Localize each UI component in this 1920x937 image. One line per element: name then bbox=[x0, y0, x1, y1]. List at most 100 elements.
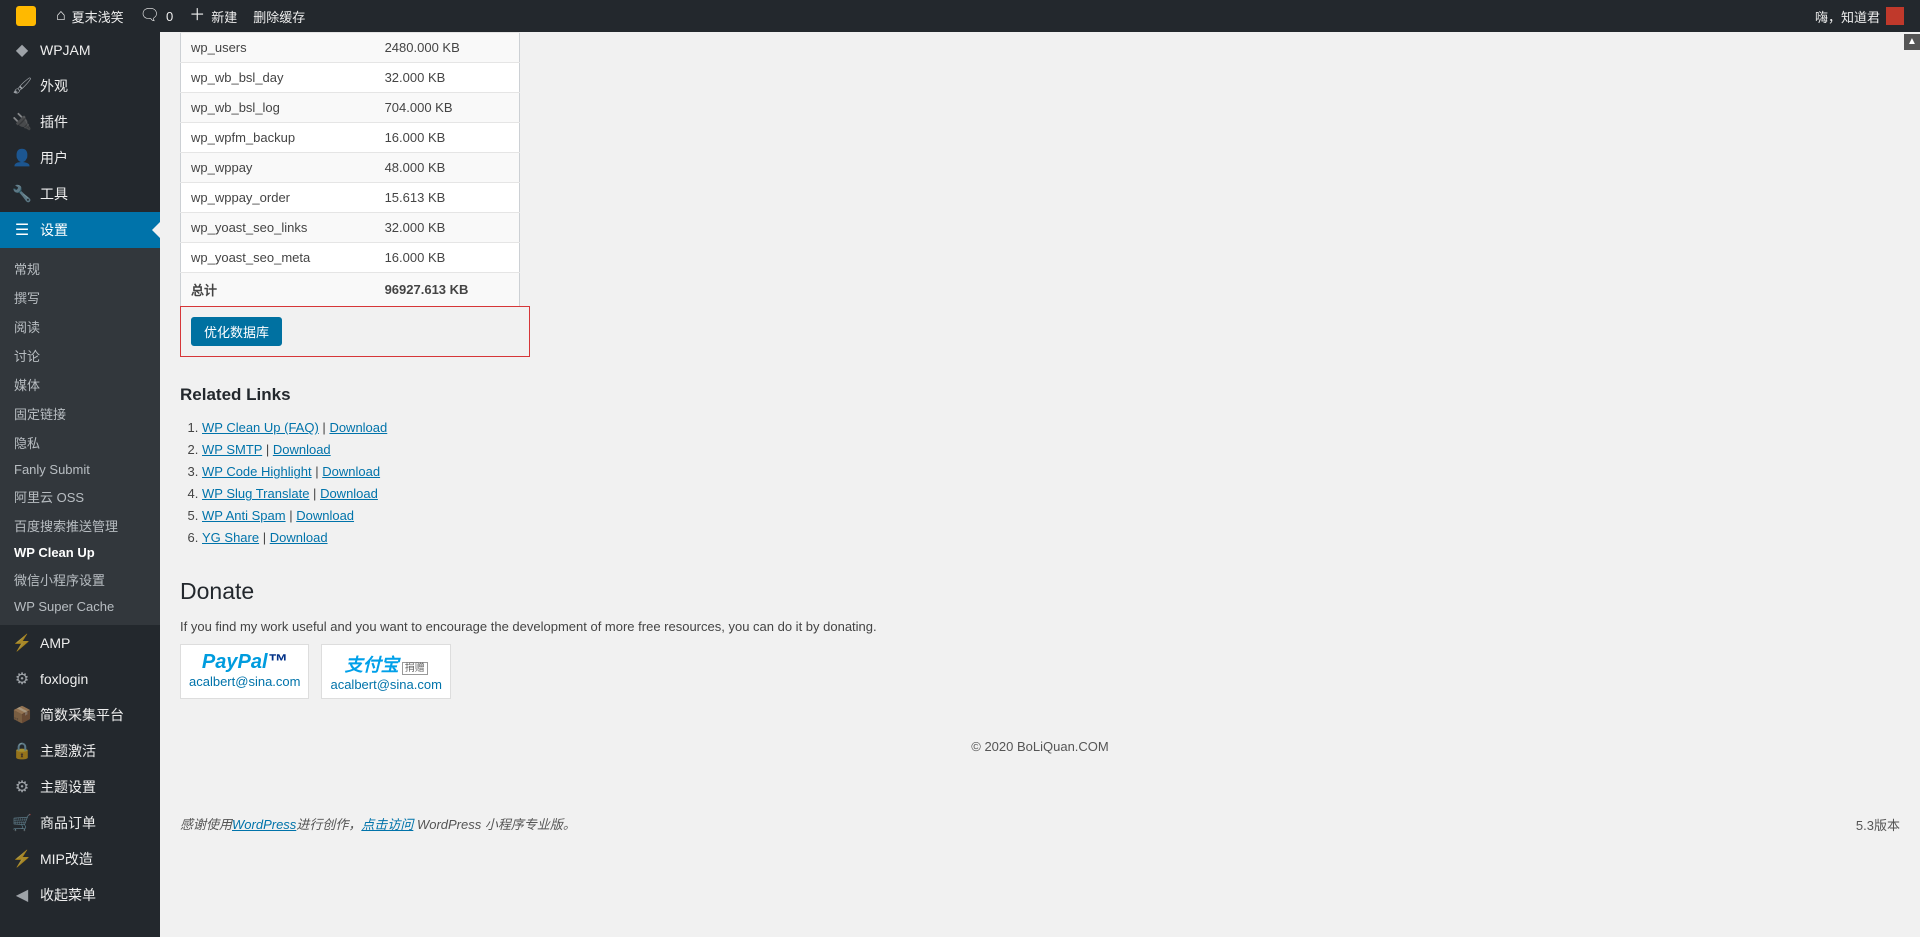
admin-toolbar: ⌂夏末浅笑 🗨0 ＋ 新建 删除缓存 嗨，知道君 bbox=[0, 0, 1920, 32]
menu-label: AMP bbox=[40, 635, 70, 651]
related-item: WP SMTP | Download bbox=[202, 439, 1900, 461]
download-link[interactable]: Download bbox=[270, 530, 328, 545]
menu-label: 主题激活 bbox=[40, 741, 96, 761]
lock-icon: 🔒 bbox=[12, 741, 32, 761]
scroll-top-button[interactable]: ▲ bbox=[1904, 34, 1920, 50]
plug-icon: 🔌 bbox=[12, 112, 32, 132]
table-name-cell: wp_yoast_seo_meta bbox=[181, 243, 375, 273]
menu-工具[interactable]: 🔧工具 bbox=[0, 176, 160, 212]
table-name-cell: wp_users bbox=[181, 33, 375, 63]
submenu-WP Clean Up[interactable]: WP Clean Up bbox=[0, 540, 160, 565]
user-icon: 👤 bbox=[12, 148, 32, 168]
sliders-icon: ☰ bbox=[12, 220, 32, 240]
gear-icon: ⚙ bbox=[12, 669, 32, 689]
bolt-icon: ⚡ bbox=[12, 633, 32, 653]
bolt-icon: ⚡ bbox=[12, 849, 32, 869]
menu-主题激活[interactable]: 🔒 主题激活 bbox=[0, 733, 160, 769]
visit-link[interactable]: 点击访问 bbox=[361, 817, 413, 832]
table-row: wp_wppay48.000 KB bbox=[181, 153, 520, 183]
menu-外观[interactable]: 🖌外观 bbox=[0, 68, 160, 104]
table-name-cell: wp_wppay bbox=[181, 153, 375, 183]
footer-thanks: 感谢使用WordPress进行创作，点击访问 WordPress 小程序专业版。 bbox=[180, 814, 1900, 833]
menu-主题设置[interactable]: ⚙ 主题设置 bbox=[0, 769, 160, 805]
submenu-WP Super Cache[interactable]: WP Super Cache bbox=[0, 594, 160, 619]
wordpress-link[interactable]: WordPress bbox=[232, 817, 296, 832]
submenu-常规[interactable]: 常规 bbox=[0, 254, 160, 283]
new-content-menu[interactable]: ＋ 新建 bbox=[181, 0, 245, 32]
download-link[interactable]: Download bbox=[273, 442, 331, 457]
menu-foxlogin[interactable]: ⚙foxlogin bbox=[0, 661, 160, 697]
menu-label: 商品订单 bbox=[40, 813, 96, 833]
table-row: wp_yoast_seo_links32.000 KB bbox=[181, 213, 520, 243]
menu-MIP改造[interactable]: ⚡ MIP改造 bbox=[0, 841, 160, 877]
gear-icon: ⚙ bbox=[12, 777, 32, 797]
collapse-icon: ◀ bbox=[12, 885, 32, 905]
optimize-highlight: 优化数据库 bbox=[180, 306, 530, 357]
clear-cache-menu[interactable]: 删除缓存 bbox=[245, 0, 313, 32]
menu-简数采集平台[interactable]: 📦简数采集平台 bbox=[0, 697, 160, 733]
submenu-Fanly Submit[interactable]: Fanly Submit bbox=[0, 457, 160, 482]
paypal-email: acalbert@sina.com bbox=[189, 674, 300, 689]
total-size: 96927.613 KB bbox=[375, 273, 520, 307]
menu-label: 工具 bbox=[40, 184, 68, 204]
submenu-讨论[interactable]: 讨论 bbox=[0, 341, 160, 370]
plugin-link[interactable]: WP Clean Up (FAQ) bbox=[202, 420, 319, 435]
menu-label: 主题设置 bbox=[40, 777, 96, 797]
donate-alipay[interactable]: 支付宝捐赠 acalbert@sina.com bbox=[321, 644, 450, 699]
menu-label: 外观 bbox=[40, 76, 68, 96]
donate-paypal[interactable]: PayPal™ acalbert@sina.com bbox=[180, 644, 309, 699]
table-row: wp_wb_bsl_day32.000 KB bbox=[181, 63, 520, 93]
submenu-阅读[interactable]: 阅读 bbox=[0, 312, 160, 341]
new-label: 新建 bbox=[211, 7, 237, 26]
download-link[interactable]: Download bbox=[329, 420, 387, 435]
table-size-cell: 16.000 KB bbox=[375, 123, 520, 153]
related-item: WP Clean Up (FAQ) | Download bbox=[202, 417, 1900, 439]
comments-menu[interactable]: 🗨0 bbox=[132, 0, 182, 32]
plus-icon: ＋ bbox=[189, 8, 205, 24]
menu-label: 设置 bbox=[40, 220, 68, 240]
download-link[interactable]: Download bbox=[322, 464, 380, 479]
wp-logo-menu[interactable] bbox=[8, 0, 48, 32]
version-text: 5.3版本 bbox=[1856, 815, 1900, 834]
site-name-menu[interactable]: ⌂夏末浅笑 bbox=[48, 0, 132, 32]
cart-icon: 🛒 bbox=[12, 813, 32, 833]
my-account-menu[interactable]: 嗨，知道君 bbox=[1807, 0, 1912, 32]
menu-label: WPJAM bbox=[40, 42, 91, 58]
submenu-撰写[interactable]: 撰写 bbox=[0, 283, 160, 312]
table-name-cell: wp_yoast_seo_links bbox=[181, 213, 375, 243]
menu-用户[interactable]: 👤 用户 bbox=[0, 140, 160, 176]
menu-商品订单[interactable]: 🛒 商品订单 bbox=[0, 805, 160, 841]
table-name-cell: wp_wppay_order bbox=[181, 183, 375, 213]
plugin-link[interactable]: YG Share bbox=[202, 530, 259, 545]
menu-label: MIP改造 bbox=[40, 849, 93, 869]
related-item: YG Share | Download bbox=[202, 527, 1900, 549]
menu-label: 插件 bbox=[40, 112, 68, 132]
plugin-link[interactable]: WP SMTP bbox=[202, 442, 262, 457]
menu-WPJAM[interactable]: ◆ WPJAM bbox=[0, 32, 160, 68]
submenu-固定链接[interactable]: 固定链接 bbox=[0, 399, 160, 428]
wordpress-logo-icon bbox=[16, 6, 36, 26]
download-link[interactable]: Download bbox=[296, 508, 354, 523]
box-icon: 📦 bbox=[12, 705, 32, 725]
menu-插件[interactable]: 🔌 插件 bbox=[0, 104, 160, 140]
avatar-icon bbox=[1886, 7, 1904, 25]
submenu-百度搜索推送管理[interactable]: 百度搜索推送管理 bbox=[0, 511, 160, 540]
comment-icon: 🗨 bbox=[140, 8, 160, 24]
menu-设置[interactable]: ☰ 设置 bbox=[0, 212, 160, 248]
download-link[interactable]: Download bbox=[320, 486, 378, 501]
submenu-媒体[interactable]: 媒体 bbox=[0, 370, 160, 399]
menu-AMP[interactable]: ⚡ AMP bbox=[0, 625, 160, 661]
plugin-link[interactable]: WP Slug Translate bbox=[202, 486, 309, 501]
menu-label: 用户 bbox=[40, 148, 68, 168]
submenu-微信小程序设置[interactable]: 微信小程序设置 bbox=[0, 565, 160, 594]
plugin-link[interactable]: WP Anti Spam bbox=[202, 508, 286, 523]
wpjam-icon: ◆ bbox=[12, 40, 32, 60]
submenu-隐私[interactable]: 隐私 bbox=[0, 428, 160, 457]
related-item: WP Slug Translate | Download bbox=[202, 483, 1900, 505]
table-size-cell: 15.613 KB bbox=[375, 183, 520, 213]
submenu-阿里云 OSS[interactable]: 阿里云 OSS bbox=[0, 482, 160, 511]
menu-收起菜单[interactable]: ◀收起菜单 bbox=[0, 877, 160, 913]
plugin-link[interactable]: WP Code Highlight bbox=[202, 464, 312, 479]
optimize-db-button[interactable]: 优化数据库 bbox=[191, 317, 282, 346]
related-item: WP Code Highlight | Download bbox=[202, 461, 1900, 483]
